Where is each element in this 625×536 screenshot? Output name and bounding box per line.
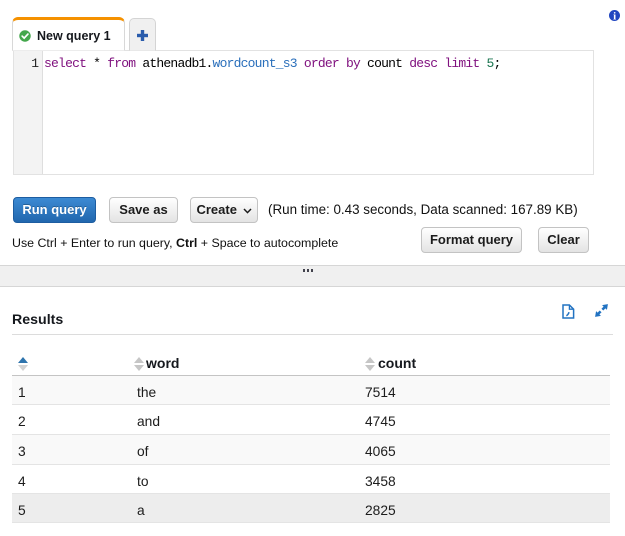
svg-text:i: i	[613, 10, 616, 21]
